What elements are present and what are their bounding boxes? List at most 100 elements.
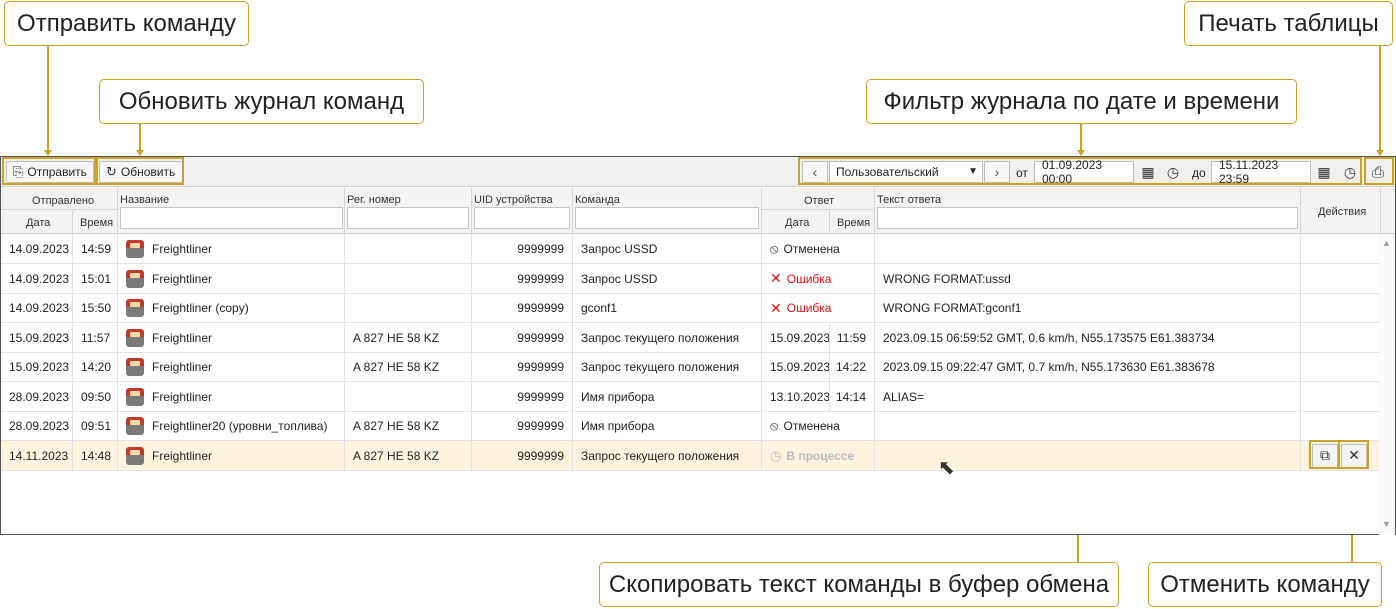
table-row[interactable]: 28.09.2023 09:51 Freightliner20 (уровни_то… bbox=[1, 411, 1381, 441]
cell-text: 14.09.2023 bbox=[9, 301, 70, 315]
uid-filter-input[interactable] bbox=[474, 207, 570, 229]
cell-command: Имя прибора bbox=[573, 381, 762, 412]
period-next-button[interactable]: › bbox=[984, 161, 1010, 183]
cancel-command-button[interactable]: ✕ bbox=[1341, 443, 1367, 468]
col-name-label: Название bbox=[120, 194, 170, 206]
table-row[interactable]: 14.09.2023 14:59 Freightliner 9999999 Запрос… bbox=[1, 234, 1381, 264]
col-command-label: Команда bbox=[575, 194, 620, 206]
printer-icon: ⎙ bbox=[1371, 163, 1384, 181]
cell-text: Freightliner bbox=[152, 360, 213, 374]
cell-actions bbox=[1301, 234, 1381, 264]
truck-icon bbox=[126, 240, 144, 258]
cell-text: 14.09.2023 bbox=[9, 242, 70, 256]
cell-text: 9999999 bbox=[517, 360, 564, 374]
refresh-button[interactable]: ↻ Обновить bbox=[99, 161, 183, 183]
cell-reg bbox=[345, 293, 472, 323]
callout-line bbox=[1379, 46, 1381, 154]
command-filter-input[interactable] bbox=[575, 207, 759, 229]
status-badge: ⦸ Отменена bbox=[762, 234, 875, 264]
calendar-icon[interactable]: ▦ bbox=[1314, 162, 1334, 182]
period-select[interactable]: Пользовательский ▼ bbox=[829, 161, 983, 183]
period-prev-button[interactable]: ‹ bbox=[802, 161, 828, 183]
col-sent-label: Отправлено bbox=[32, 195, 95, 207]
cell-text: 9999999 bbox=[517, 301, 564, 315]
calendar-icon[interactable]: ▦ bbox=[1138, 162, 1158, 182]
table-row[interactable]: 15.09.2023 14:20 Freightliner A 827 HE 58 K… bbox=[1, 352, 1381, 382]
clock-icon: ◷ bbox=[770, 447, 782, 463]
vertical-scrollbar[interactable]: ▲ ▼ bbox=[1379, 234, 1395, 535]
cell-text: 09:51 bbox=[81, 419, 112, 433]
cell-actions bbox=[1301, 411, 1381, 441]
status-text: Отменена bbox=[783, 242, 840, 256]
callout-print-table: Печать таблицы bbox=[1184, 1, 1393, 46]
cell-text: 15.09.2023 bbox=[9, 360, 70, 374]
truck-icon bbox=[126, 446, 144, 465]
status-badge: ⦸ Отменена bbox=[762, 411, 875, 441]
cell-reg bbox=[345, 381, 472, 412]
truck-icon bbox=[126, 269, 144, 288]
cell-text: Запрос текущего положения bbox=[581, 330, 740, 345]
name-filter-input[interactable] bbox=[120, 207, 343, 229]
cell-name: Freightliner bbox=[118, 234, 345, 264]
reg-filter-input[interactable] bbox=[347, 207, 469, 229]
cell-text: 9999999 bbox=[517, 389, 564, 404]
cell-uid: 9999999 bbox=[472, 381, 573, 412]
cell-time: 09:50 bbox=[73, 381, 118, 412]
cell-text: Freightliner bbox=[152, 389, 213, 404]
cell-text: 9999999 bbox=[517, 271, 564, 286]
refresh-button-label: Обновить bbox=[120, 165, 176, 179]
from-date-input[interactable]: 01.09.2023 00:00 bbox=[1034, 158, 1134, 186]
clock-icon[interactable]: ◷ bbox=[1163, 162, 1183, 182]
cell-answer-date: 15.09.2023 bbox=[762, 322, 830, 353]
cell-date: 15.09.2023 bbox=[1, 322, 73, 353]
callout-send-command: Отправить команду bbox=[4, 1, 249, 46]
cell-reg bbox=[345, 263, 472, 294]
cell-text: A 827 HE 58 KZ bbox=[353, 330, 440, 345]
cell-text: Запрос USSD bbox=[581, 271, 658, 286]
col-answer-date-label: Дата bbox=[785, 217, 810, 229]
copy-command-button[interactable]: ⧉ bbox=[1312, 443, 1338, 468]
col-time-label: Время bbox=[80, 217, 114, 229]
cell-text: Freightliner bbox=[152, 242, 213, 256]
table-row[interactable]: 14.11.2023 14:48 Freightliner A 827 HE 58 K… bbox=[1, 440, 1381, 471]
to-date-value: 15.11.2023 23:59 bbox=[1219, 158, 1279, 186]
scroll-up-icon[interactable]: ▲ bbox=[1382, 238, 1391, 248]
cell-uid: 9999999 bbox=[472, 234, 573, 264]
cancel-status-icon: ⦸ bbox=[770, 241, 779, 256]
answer-text-filter-input[interactable] bbox=[877, 207, 1298, 229]
scroll-down-icon[interactable]: ▼ bbox=[1382, 519, 1391, 529]
cell-text: Freightliner (copy) bbox=[152, 301, 249, 315]
cell-text: Запрос текущего положения bbox=[581, 448, 740, 463]
cell-answer-date: 15.09.2023 bbox=[762, 352, 830, 382]
table-row[interactable]: 14.09.2023 15:50 Freightliner (copy) 999999… bbox=[1, 293, 1381, 323]
cell-text: Freightliner bbox=[152, 448, 213, 463]
cell-text: 14:22 bbox=[835, 360, 866, 374]
table-row[interactable]: 15.09.2023 11:57 Freightliner A 827 HE 58 K… bbox=[1, 322, 1381, 353]
mouse-cursor-icon: ⬉ bbox=[938, 457, 955, 479]
send-button[interactable]: ⎘ Отправить bbox=[6, 161, 94, 183]
to-date-input[interactable]: 15.11.2023 23:59 bbox=[1211, 158, 1311, 186]
cell-text: 14:48 bbox=[81, 448, 112, 463]
cell-text: 15.09.2023 bbox=[9, 330, 70, 345]
clock-icon[interactable]: ◷ bbox=[1340, 162, 1360, 182]
chevron-right-icon: › bbox=[985, 162, 1009, 182]
table-row[interactable]: 28.09.2023 09:50 Freightliner 9999999 Имя пр… bbox=[1, 381, 1381, 412]
chevron-left-icon: ‹ bbox=[803, 162, 827, 182]
cell-text: 2023.09.15 06:59:52 GMT, 0.6 km/h, N55.1… bbox=[883, 330, 1215, 345]
table-row[interactable]: 14.09.2023 15:01 Freightliner 9999999 Запрос… bbox=[1, 263, 1381, 294]
cell-reg: A 827 HE 58 KZ bbox=[345, 411, 472, 441]
cell-date: 15.09.2023 bbox=[1, 352, 73, 382]
cell-text: A 827 HE 58 KZ bbox=[353, 448, 440, 463]
cell-date: 14.09.2023 bbox=[1, 263, 73, 294]
cell-date: 14.11.2023 bbox=[1, 440, 73, 471]
cell-command: Имя прибора bbox=[573, 411, 762, 441]
cell-text: Запрос текущего положения bbox=[581, 360, 740, 374]
cell-name: Freightliner bbox=[118, 322, 345, 353]
cell-answer-time: 14:22 bbox=[830, 352, 875, 382]
cell-text: 14.09.2023 bbox=[9, 271, 70, 286]
cell-command: Запрос текущего положения bbox=[573, 352, 762, 382]
cell-answer-text bbox=[875, 411, 1301, 441]
error-icon: ✕ bbox=[770, 270, 782, 286]
cell-reg bbox=[345, 234, 472, 264]
print-button[interactable]: ⎙ bbox=[1363, 159, 1393, 185]
